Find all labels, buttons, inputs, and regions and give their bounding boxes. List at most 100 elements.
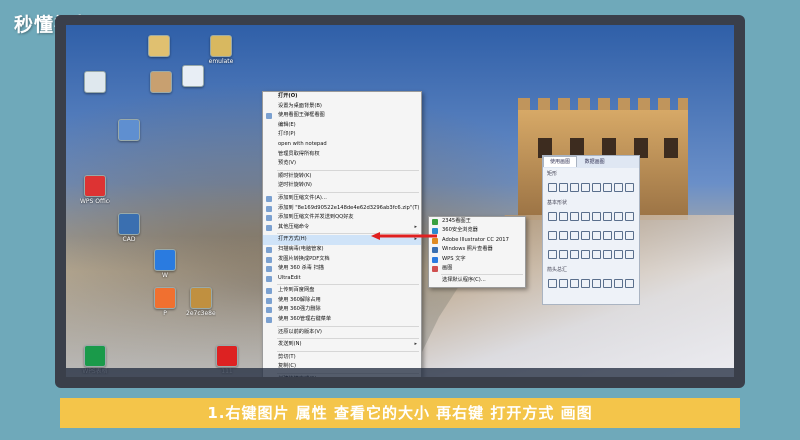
context-menu-item[interactable]: 发图片转换成PDF文档 bbox=[263, 255, 421, 265]
context-menu-label: 发送到(N) bbox=[278, 341, 302, 348]
archive-icon bbox=[266, 224, 272, 231]
context-menu-item[interactable]: 使用看图王弹框看图 bbox=[263, 111, 421, 121]
context-menu-item[interactable]: 编辑(E) bbox=[263, 121, 421, 131]
photo-viewer-icon bbox=[432, 247, 438, 254]
folder-icon bbox=[210, 35, 232, 57]
desktop-icon[interactable] bbox=[146, 71, 176, 94]
context-menu-label: open with notepad bbox=[278, 140, 327, 147]
desktop-icon[interactable] bbox=[144, 35, 174, 58]
context-menu-label: 使用 360 杀毒 扫描 bbox=[278, 265, 324, 272]
context-menu-label: UltraEdit bbox=[278, 274, 301, 281]
desktop-icon[interactable]: WPS Office bbox=[80, 175, 110, 205]
open-with-item[interactable]: 2345看图王 bbox=[429, 217, 525, 226]
desktop-icon[interactable] bbox=[80, 71, 110, 94]
desktop-icon[interactable] bbox=[178, 65, 208, 88]
context-menu-label: 编辑(E) bbox=[278, 121, 296, 128]
context-menu-item[interactable]: 添加到 "8e169d90522e148de4e62d3296ab3fc6.zi… bbox=[263, 204, 421, 214]
folder-icon bbox=[148, 35, 170, 57]
open-with-label: Windows 照片查看器 bbox=[442, 246, 493, 253]
context-menu-item[interactable]: 管理员取得所有权 bbox=[263, 150, 421, 160]
menu-separator bbox=[277, 325, 419, 327]
context-menu-item[interactable]: 还原以前的版本(V) bbox=[263, 328, 421, 338]
desktop[interactable]: emulateWPS OfficeCADWP2e7c3e8e...WPS表格11… bbox=[66, 25, 734, 377]
wps-office-icon bbox=[84, 175, 106, 197]
cad-icon bbox=[118, 213, 140, 235]
image-icon bbox=[190, 287, 212, 309]
desktop-icon[interactable]: CAD bbox=[114, 213, 144, 243]
context-menu-label: 扫描病毒(电脑管家) bbox=[278, 245, 324, 252]
open-with-item[interactable]: Windows 照片查看器 bbox=[429, 245, 525, 254]
context-menu-item[interactable]: 发送到(N) ▸ bbox=[263, 340, 421, 350]
context-menu-label: 添加到 "8e169d90522e148de4e62d3296ab3fc6.zi… bbox=[278, 204, 420, 211]
context-menu-label: 发图片转换成PDF文档 bbox=[278, 255, 330, 262]
menu-separator bbox=[277, 169, 419, 171]
context-menu-item[interactable]: 使用 360管理右键菜单 bbox=[263, 315, 421, 325]
desktop-icon-label: WPS Office bbox=[80, 198, 110, 205]
context-menu-item[interactable]: 打印(P) bbox=[263, 130, 421, 140]
context-menu-item[interactable]: open with notepad bbox=[263, 140, 421, 150]
menu-separator bbox=[277, 191, 419, 193]
taskbar bbox=[66, 368, 734, 377]
context-menu-label: 预览(V) bbox=[278, 160, 296, 167]
image-icon bbox=[150, 71, 172, 93]
context-menu-item[interactable]: UltraEdit bbox=[263, 274, 421, 284]
context-menu-label: 顺时针旋转(K) bbox=[278, 172, 312, 179]
context-menu-label: 使用看图王弹框看图 bbox=[278, 112, 325, 119]
menu-icon bbox=[266, 317, 272, 324]
wps-writer-icon bbox=[432, 256, 438, 263]
submenu-arrow-icon: ▸ bbox=[414, 341, 417, 348]
recycle-bin-icon bbox=[84, 71, 106, 93]
context-menu-item[interactable]: 上传到百度网盘 bbox=[263, 286, 421, 296]
paint-shapes bbox=[543, 207, 639, 264]
desktop-icon[interactable]: emulate bbox=[206, 35, 236, 65]
context-menu-item[interactable]: 使用 360解除占用 bbox=[263, 296, 421, 306]
paint-tabs: 使用画图 数据画图 bbox=[543, 156, 639, 168]
paint-shapes bbox=[543, 274, 639, 293]
context-menu-item[interactable]: 顺时针旋转(K) bbox=[263, 172, 421, 182]
context-menu-item[interactable]: 使用 360强力删除 bbox=[263, 305, 421, 315]
paint-tab[interactable]: 数据画图 bbox=[579, 156, 611, 168]
context-menu-item[interactable]: 剪切(T) bbox=[263, 353, 421, 363]
open-with-item[interactable]: 画图 bbox=[429, 264, 525, 273]
context-menu-item[interactable]: 其他压缩命令 ▸ bbox=[263, 223, 421, 233]
desktop-icon[interactable]: W bbox=[150, 249, 180, 279]
desktop-icon[interactable]: P bbox=[150, 287, 180, 317]
context-menu-item[interactable]: 逆时针旋转(N) bbox=[263, 181, 421, 191]
desktop-icon-label: emulate bbox=[208, 58, 234, 65]
context-menu-label: 添加到压缩文件(A)... bbox=[278, 194, 327, 201]
wps-presentation-icon bbox=[154, 287, 176, 309]
context-menu-item[interactable]: 添加到压缩文件并发送到QQ好友 bbox=[263, 213, 421, 223]
unlock-icon bbox=[266, 297, 272, 304]
desktop-icon[interactable]: 2e7c3e8e... bbox=[186, 287, 216, 317]
red-arrow-icon bbox=[371, 232, 437, 240]
paint-tab[interactable]: 使用画图 bbox=[543, 156, 578, 167]
paint-icon bbox=[432, 265, 438, 272]
context-menu-item[interactable]: 打开(O) bbox=[263, 92, 421, 102]
open-with-item[interactable]: 360安全浏览器 bbox=[429, 226, 525, 235]
wps-spreadsheet-icon bbox=[84, 345, 106, 367]
paint-shapes-panel: 使用画图 数据画图 矩形 基本形状 箭头总汇 bbox=[542, 155, 640, 305]
context-menu-label: 打印(P) bbox=[278, 131, 296, 138]
open-with-label: WPS 文字 bbox=[442, 255, 466, 262]
context-menu-item[interactable]: 扫描病毒(电脑管家) bbox=[263, 245, 421, 255]
open-with-item[interactable]: WPS 文字 bbox=[429, 255, 525, 264]
open-with-item[interactable]: Adobe Illustrator CC 2017 bbox=[429, 236, 525, 245]
context-menu-item[interactable]: 添加到压缩文件(A)... bbox=[263, 194, 421, 204]
context-menu-label: 使用 360解除占用 bbox=[278, 296, 321, 303]
paint-shapes bbox=[543, 178, 639, 197]
menu-separator bbox=[277, 350, 419, 352]
desktop-icon-label: P bbox=[163, 310, 167, 317]
context-menu-label: 使用 360强力删除 bbox=[278, 306, 321, 313]
apple-icon bbox=[216, 345, 238, 367]
pdf-icon bbox=[266, 256, 272, 263]
desktop-icon-label: 2e7c3e8e... bbox=[186, 310, 216, 317]
delete-icon bbox=[266, 307, 272, 314]
open-with-item[interactable]: 选择默认程序(C)... bbox=[429, 276, 525, 285]
context-menu-item[interactable]: 预览(V) bbox=[263, 159, 421, 169]
context-menu-item[interactable]: 使用 360 杀毒 扫描 bbox=[263, 264, 421, 274]
context-menu-label: 剪切(T) bbox=[278, 353, 296, 360]
desktop-icon[interactable] bbox=[114, 119, 144, 142]
document-icon bbox=[182, 65, 204, 87]
paint-section-label: 箭头总汇 bbox=[547, 267, 568, 273]
context-menu-item[interactable]: 设置为桌面背景(B) bbox=[263, 102, 421, 112]
